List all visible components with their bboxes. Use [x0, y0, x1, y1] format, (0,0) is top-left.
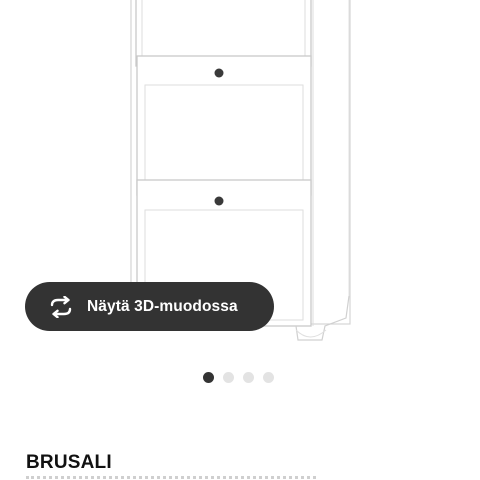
carousel-dots	[203, 372, 274, 383]
carousel-dot-4[interactable]	[263, 372, 274, 383]
product-description-partial	[26, 474, 326, 480]
carousel-dot-3[interactable]	[243, 372, 254, 383]
carousel-dot-1[interactable]	[203, 372, 214, 383]
view-3d-label: Näytä 3D-muodossa	[87, 297, 238, 315]
carousel-dot-2[interactable]	[223, 372, 234, 383]
view-3d-button[interactable]: Näytä 3D-muodossa	[25, 282, 274, 331]
rotate-3d-icon	[47, 295, 75, 318]
product-name: BRUSALI	[26, 452, 112, 473]
